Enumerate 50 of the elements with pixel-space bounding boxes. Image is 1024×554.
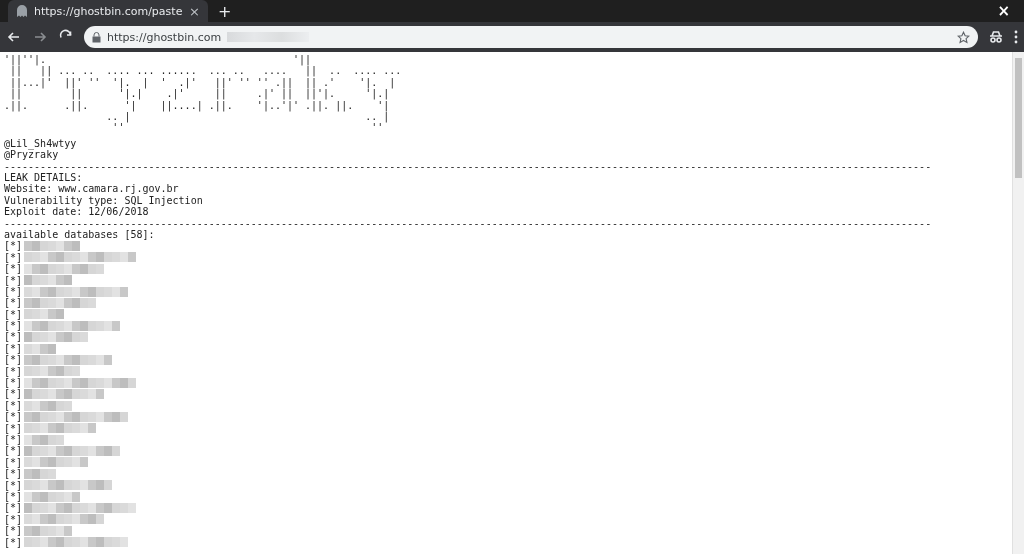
list-marker: [*] [4, 468, 23, 480]
detail-line: Vulnerability type: SQL Injection [4, 194, 204, 207]
list-marker: [*] [4, 434, 23, 446]
new-tab-button[interactable]: + [218, 1, 232, 21]
detail-line: Exploit date: 12/06/2018 [4, 206, 150, 218]
list-marker: [*] [4, 251, 23, 264]
window-close-button[interactable]: × [997, 2, 1010, 20]
list-marker: [*] [4, 342, 23, 355]
detail-line: LEAK DETAILS: [4, 172, 84, 184]
ghost-icon [16, 4, 28, 18]
list-marker: [*] [4, 445, 23, 457]
author-handle: @Lil_Sh4wtyy [4, 137, 78, 150]
list-marker: [*] [4, 331, 23, 343]
list-marker: [*] [4, 377, 23, 389]
tab-title: https://ghostbin.com/paste [34, 4, 184, 18]
list-marker: [*] [4, 297, 23, 309]
ascii-art-text: '||''|. '|| || || ... .. .... ... ...... ... .. .... || .. .... ... ||...|' ||' '' '|. | ' .|' ||' '' '' .|| || .' '|. | || || '|.| .|' || .|' || ||'|. '|.| .||. .||. '| ||....| .||. '|..'|' .||. ||. '| .. | .. | '' '' [4, 54, 403, 134]
list-marker: [*] [4, 388, 23, 400]
list-marker: [*] [4, 365, 23, 378]
list-marker: [*] [4, 502, 23, 514]
list-marker: [*] [4, 240, 23, 252]
list-marker: [*] [4, 513, 23, 526]
list-marker: [*] [4, 490, 23, 503]
list-marker: [*] [4, 525, 23, 537]
list-marker: [*] [4, 479, 23, 491]
author-handle: @Pryzraky [4, 149, 59, 161]
menu-icon[interactable] [1014, 30, 1018, 44]
url-text: https://ghostbin.com [107, 30, 222, 44]
list-marker: [*] [4, 411, 23, 423]
detail-line: Website: www.camara.rj.gov.br [4, 183, 180, 195]
browser-tab[interactable]: https://ghostbin.com/paste × [8, 0, 208, 22]
list-marker: [*] [4, 320, 23, 332]
list-marker: [*] [4, 274, 23, 286]
dashed-rule: ---------------------------------------------------------------------------------------------------------------------------------------------------------- [4, 160, 933, 172]
databases-heading: available databases [58]: [4, 228, 156, 241]
address-bar[interactable]: https://ghostbin.com [84, 26, 978, 48]
scrollbar[interactable] [1012, 52, 1024, 554]
list-marker: [*] [4, 399, 23, 412]
list-marker: [*] [4, 263, 23, 275]
close-icon[interactable]: × [189, 3, 200, 19]
list-marker: [*] [4, 536, 23, 548]
star-icon[interactable] [957, 30, 970, 44]
dashed-rule: ---------------------------------------------------------------------------------------------------------------------------------------------------------- [4, 217, 933, 229]
list-marker: [*] [4, 456, 23, 469]
lock-icon [92, 31, 101, 43]
list-marker: [*] [4, 285, 23, 298]
list-marker: [*] [4, 422, 23, 434]
incognito-icon[interactable] [988, 29, 1004, 45]
list-marker: [*] [4, 308, 23, 321]
list-marker: [*] [4, 354, 23, 366]
